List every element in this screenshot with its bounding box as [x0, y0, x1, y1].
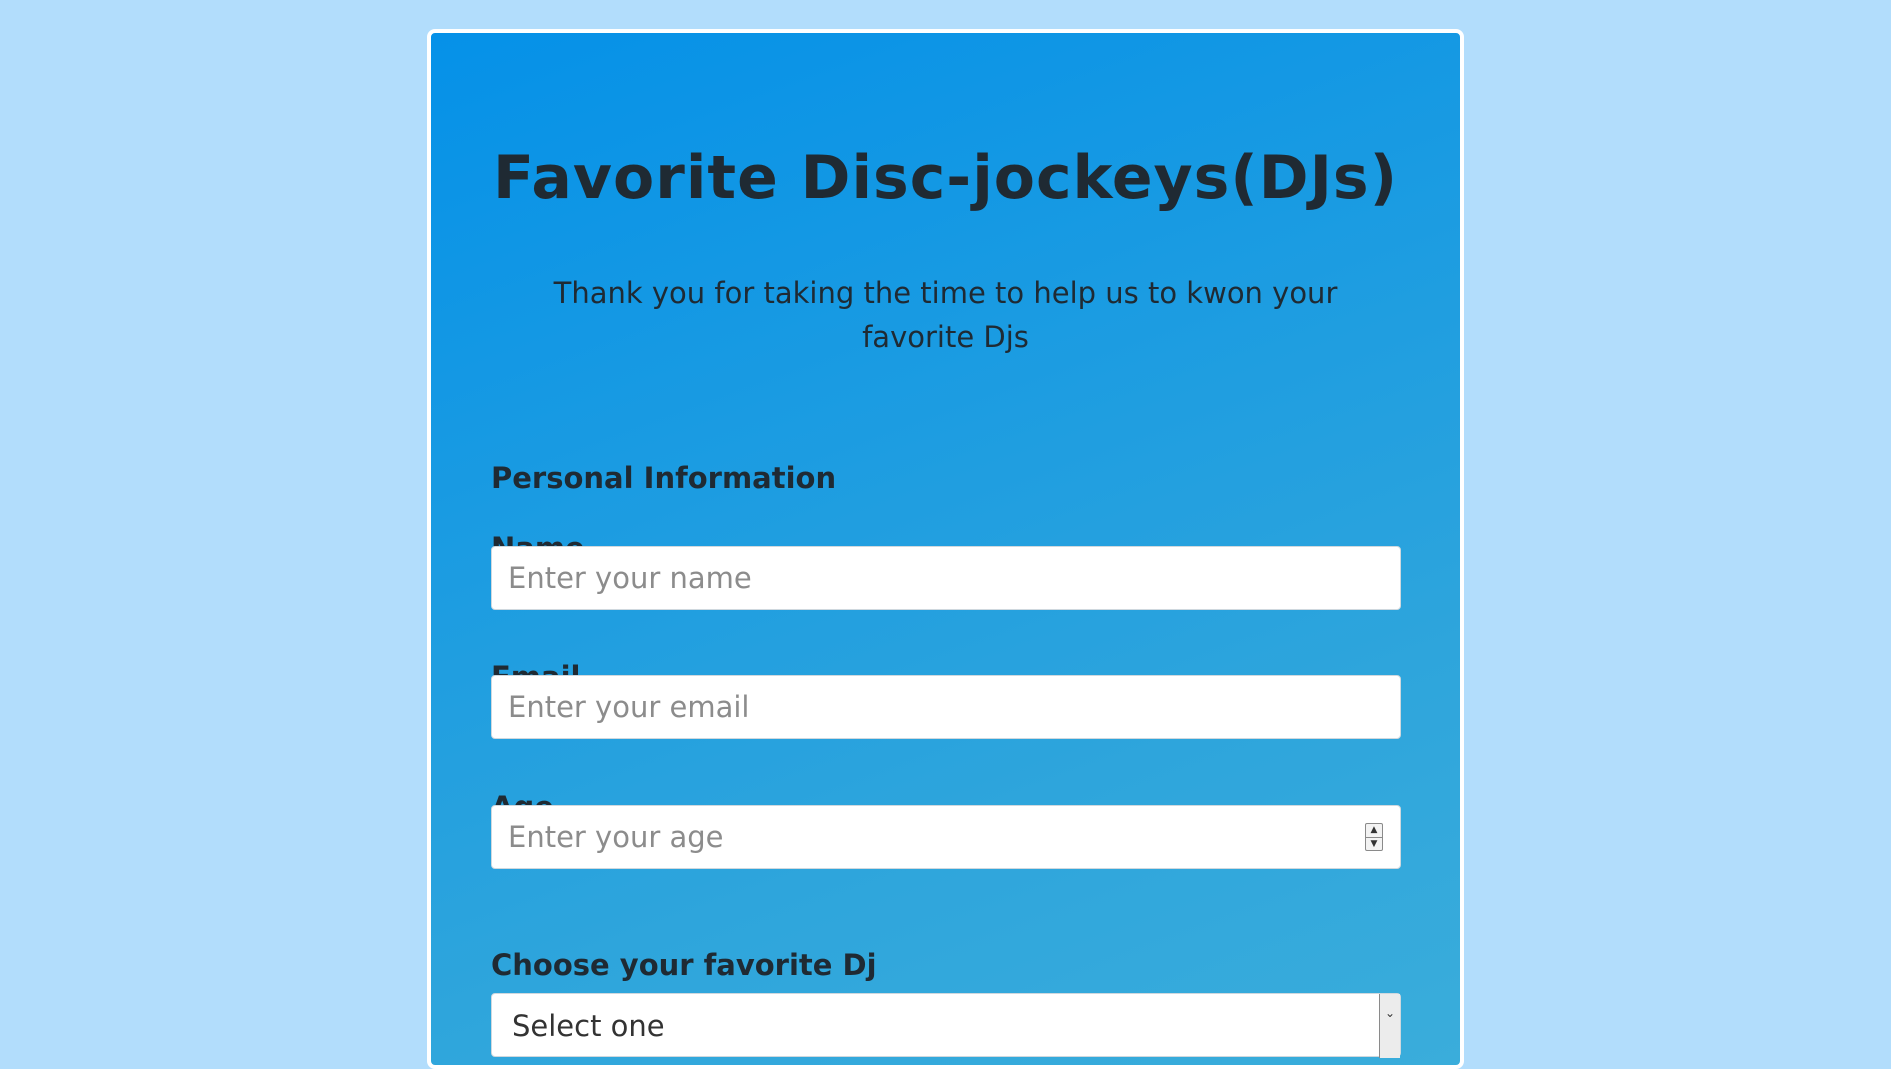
name-input[interactable]: [491, 546, 1401, 610]
favorite-dj-select-value: Select one: [512, 1009, 665, 1043]
spinner-up-icon[interactable]: ▲: [1366, 824, 1382, 837]
page-description: Thank you for taking the time to help us…: [553, 276, 1338, 354]
dj-choice-heading: Choose your favorite Dj: [491, 948, 877, 982]
favorite-dj-select[interactable]: Select one ⌄: [491, 993, 1401, 1058]
age-field: ▲ ▼: [491, 805, 1401, 869]
age-input[interactable]: [491, 805, 1401, 869]
email-input[interactable]: [491, 675, 1401, 739]
chevron-down-icon[interactable]: ⌄: [1379, 994, 1400, 1058]
spinner-down-icon[interactable]: ▼: [1366, 837, 1382, 851]
personal-info-heading: Personal Information: [491, 461, 837, 495]
survey-form-card: Favorite Disc-jockeys(DJs) Thank you for…: [427, 29, 1464, 1069]
age-spinner[interactable]: ▲ ▼: [1365, 823, 1383, 851]
page-title: Favorite Disc-jockeys(DJs): [492, 143, 1399, 213]
